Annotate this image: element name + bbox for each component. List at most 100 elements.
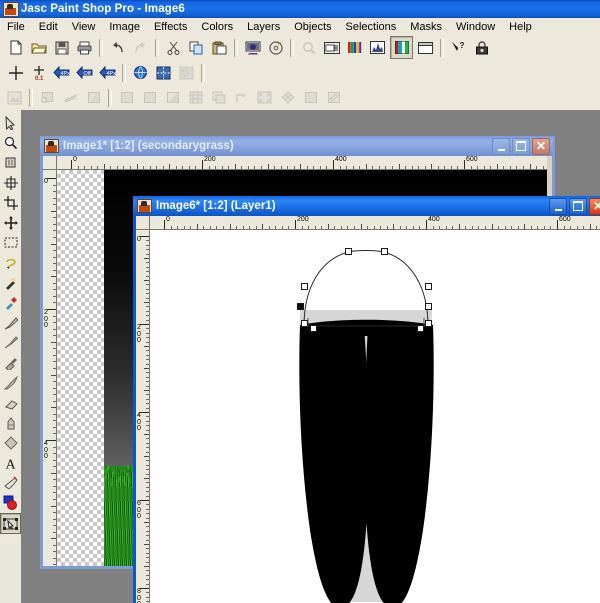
tool-color-replacer[interactable] [1,353,20,372]
tool-airbrush[interactable] [1,433,20,452]
tool-eraser[interactable] [1,393,20,412]
tool-picture-tube[interactable] [1,413,20,432]
color-channels-icon[interactable] [344,37,365,58]
vector-node-handle[interactable] [310,325,317,332]
paste-icon[interactable] [209,37,230,58]
menu-objects[interactable]: Objects [287,19,338,35]
tool-arrow-select[interactable] [1,113,20,132]
menu-effects[interactable]: Effects [147,19,194,35]
ruler-label: 400 [44,440,48,460]
object-properties-icon[interactable] [4,87,25,108]
save-disk-icon[interactable] [51,37,72,58]
ruler-tick [146,297,149,299]
undo-arrow-icon[interactable] [107,37,128,58]
context-help-icon[interactable]: ? [448,37,469,58]
image-map-icon[interactable] [176,62,197,83]
menu-file[interactable]: File [0,19,32,35]
vector-node-handle[interactable] [381,248,388,255]
tool-mover[interactable] [1,213,20,232]
tool-clone-brush[interactable] [1,333,20,352]
histogram-window-icon[interactable] [321,37,342,58]
crosshair-precision-icon[interactable]: 0.1 [28,62,49,83]
object-fill-icon[interactable] [300,87,321,108]
print-icon[interactable] [74,37,95,58]
layer-palette-icon[interactable] [390,36,413,59]
magnifier-icon[interactable] [298,37,319,58]
vector-node-handle[interactable] [417,325,424,332]
menu-window[interactable]: Window [449,19,502,35]
vector-node-handle[interactable] [345,248,352,255]
tool-zoom[interactable] [1,133,20,152]
image1-titlebar[interactable]: Image1* [1:2] (secondarygrass) ✕ [40,136,553,156]
vector-node-handle[interactable] [425,283,432,290]
browser-cd-icon[interactable] [265,37,286,58]
ungroup-objects-icon[interactable] [208,87,229,108]
crosshair-icon[interactable] [5,62,26,83]
globe-icon[interactable] [130,62,151,83]
redo-arrow-icon[interactable] [130,37,151,58]
ruler-label: 600 [559,216,571,223]
line-shape-icon[interactable] [60,87,81,108]
menu-image[interactable]: Image [102,19,147,35]
align-object-right-icon[interactable] [162,87,183,108]
tool-dropper[interactable] [1,293,20,312]
tool-magic-wand[interactable] [1,273,20,292]
tool-preset-shapes[interactable] [1,493,20,512]
copy-icon[interactable] [186,37,207,58]
image6-canvas[interactable] [150,230,600,603]
distribute-objects-icon[interactable] [323,87,344,108]
object-rotate-icon[interactable] [83,87,104,108]
minimize-button[interactable] [549,197,567,215]
tool-freehand-lasso[interactable] [1,253,20,272]
ruler-tick [255,226,257,229]
histogram-chart-icon[interactable] [367,37,388,58]
menu-masks[interactable]: Masks [403,19,449,35]
menu-colors[interactable]: Colors [194,19,240,35]
tool-vector-object-select[interactable] [0,513,21,534]
align-object-center-icon[interactable] [139,87,160,108]
align-left-arrow-icon[interactable]: 4Px [51,62,72,83]
ruler-tick [53,367,56,369]
tool-text[interactable]: A [1,453,20,472]
overview-window-icon[interactable] [415,37,436,58]
tool-paint-brush[interactable] [1,313,20,332]
maximize-button[interactable] [569,197,587,215]
merge-objects-icon[interactable] [277,87,298,108]
tool-selection[interactable] [1,233,20,252]
image6-window[interactable]: Image6* [1:2] (Layer1) ✕ 020040060080010… [133,196,600,603]
cut-scissors-icon[interactable] [163,37,184,58]
close-button[interactable]: ✕ [589,197,600,215]
vector-node-handle[interactable] [301,283,308,290]
tool-draw-pen[interactable] [1,473,20,492]
align-object-left-icon[interactable] [116,87,137,108]
new-icon[interactable] [5,37,26,58]
menu-layers[interactable]: Layers [240,19,287,35]
align-right-arrow-icon[interactable]: 4Px [97,62,118,83]
vector-node-handle[interactable] [425,320,432,327]
ruler-tick [452,226,454,229]
menu-help[interactable]: Help [502,19,539,35]
menu-selections[interactable]: Selections [339,19,404,35]
close-button[interactable]: ✕ [532,137,550,155]
send-to-back-icon[interactable] [254,87,275,108]
node-edit-icon[interactable] [37,87,58,108]
vector-node-handle-selected[interactable] [297,303,304,310]
minimize-button[interactable] [492,137,510,155]
tool-retouch[interactable] [1,373,20,392]
screen-capture-icon[interactable] [242,37,263,58]
tool-deformation[interactable] [1,173,20,192]
tool-crop[interactable] [1,193,20,212]
tool-pan[interactable] [1,153,20,172]
menu-edit[interactable]: Edit [32,19,65,35]
bring-to-front-icon[interactable] [231,87,252,108]
group-objects-icon[interactable] [185,87,206,108]
lock-camera-icon[interactable] [471,37,492,58]
align-center-arrow-icon[interactable]: Off [74,62,95,83]
image6-titlebar[interactable]: Image6* [1:2] (Layer1) ✕ [133,196,600,216]
menu-view[interactable]: View [65,19,103,35]
maximize-button[interactable] [512,137,530,155]
vector-node-handle[interactable] [301,320,308,327]
image-slice-icon[interactable] [153,62,174,83]
vector-node-handle[interactable] [425,303,432,310]
open-folder-icon[interactable] [28,37,49,58]
